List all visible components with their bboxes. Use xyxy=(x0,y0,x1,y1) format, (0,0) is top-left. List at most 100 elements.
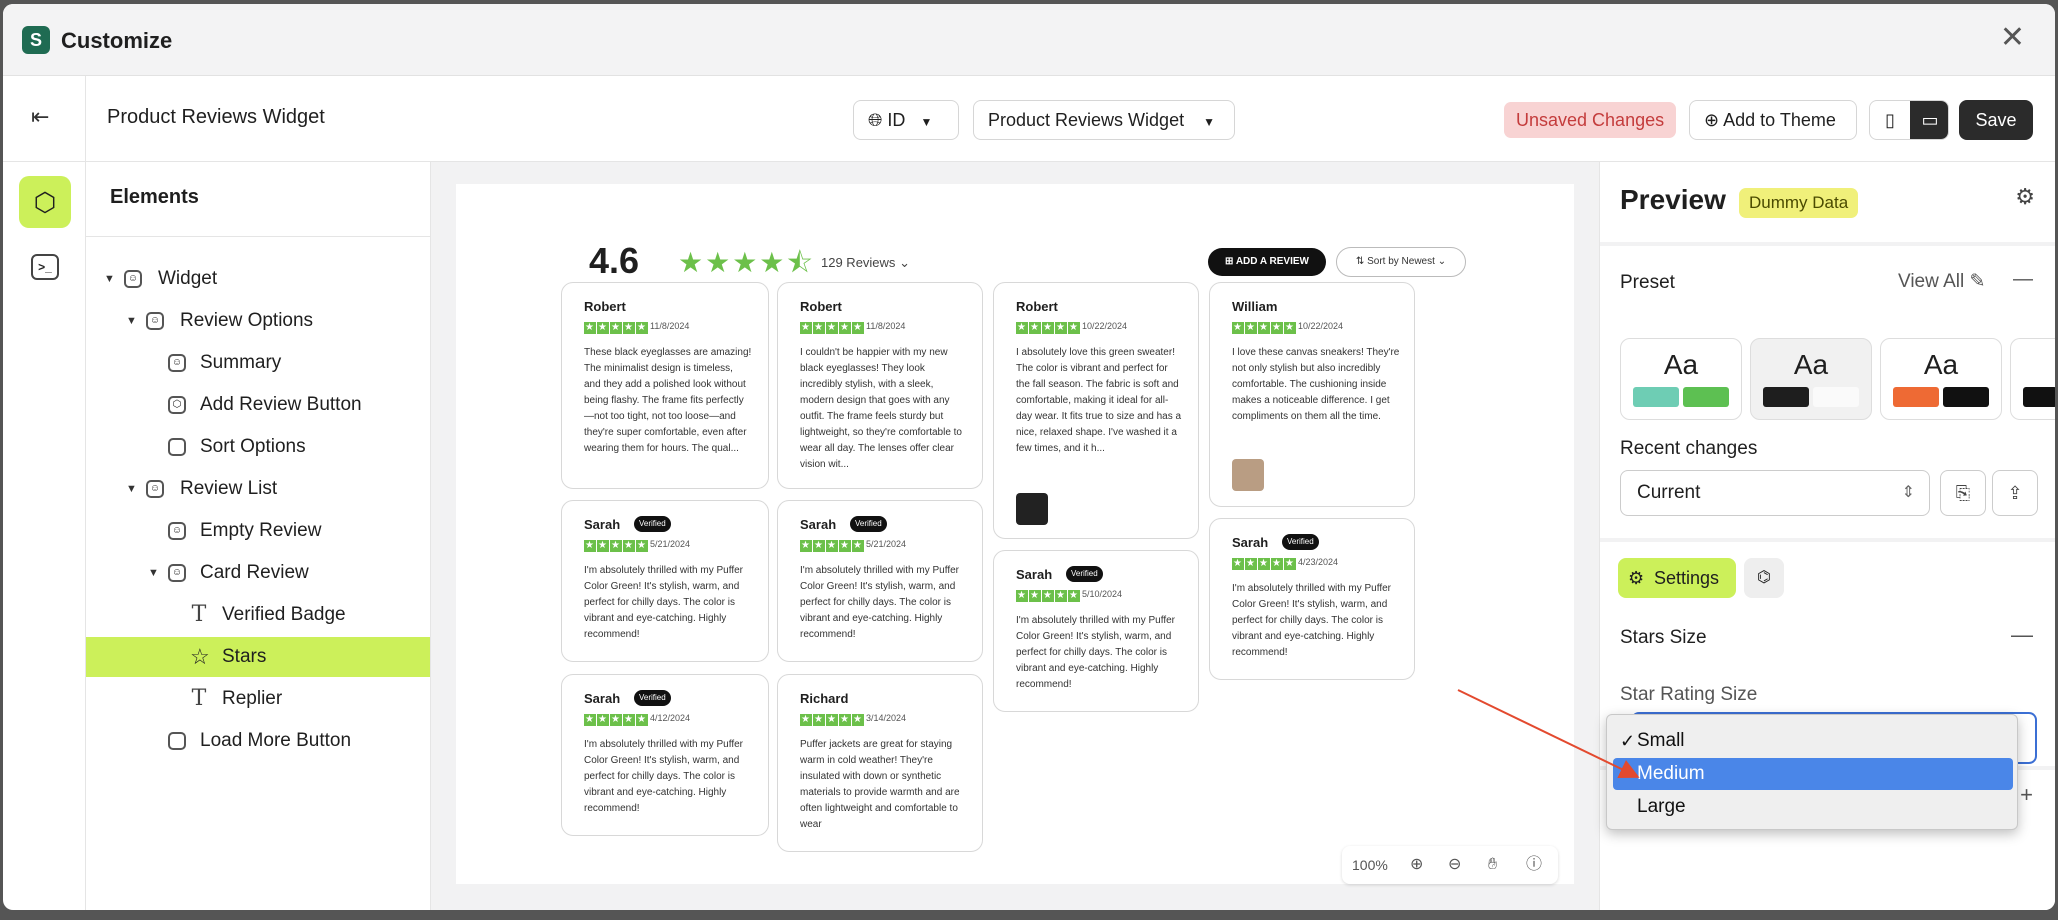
caret-icon[interactable]: ▼ xyxy=(126,469,137,509)
preset-card[interactable]: Aa xyxy=(1620,338,1742,420)
exit-icon[interactable]: ⇤ xyxy=(31,104,49,130)
text-icon: T xyxy=(191,686,207,711)
caret-icon[interactable]: ▼ xyxy=(148,553,159,593)
reviewer-name: Sarah xyxy=(584,517,621,532)
zoom-bar: 100% ⊕ ⊖ ✋︎ ⓘ xyxy=(1342,846,1558,884)
reviewer-name: Sarah xyxy=(1232,535,1269,550)
review-text: I'm absolutely thrilled with my Puffer C… xyxy=(1232,583,1392,658)
preview-page: 4.6 ★★★★⯪ 129 Reviews ⌄ ⊞ ADD A REVIEW ⇅… xyxy=(456,184,1574,884)
preset-card[interactable]: Aa xyxy=(1880,338,2002,420)
widget-icon: ☺ xyxy=(146,480,164,498)
export-icon[interactable]: ⇪ xyxy=(1992,470,2038,516)
reviewer-name: Robert xyxy=(800,299,842,314)
language-select[interactable]: 🌐︎ ID ▼ xyxy=(853,100,959,140)
dropdown-option-large[interactable]: Large xyxy=(1613,791,2013,823)
help-icon[interactable]: ⓘ xyxy=(1526,846,1542,884)
tree-item-label: Sort Options xyxy=(200,436,306,457)
title-bar: S Customize ✕ xyxy=(3,4,2055,76)
close-icon[interactable]: ✕ xyxy=(2000,22,2025,54)
preset-card[interactable]: Aa xyxy=(1750,338,1872,420)
preset-label: Preset xyxy=(1620,272,1675,293)
save-button[interactable]: Save xyxy=(1959,100,2033,140)
widget-select[interactable]: Product Reviews Widget ▼ xyxy=(973,100,1235,140)
color-swatch xyxy=(2023,387,2055,407)
review-photo[interactable] xyxy=(1232,459,1264,491)
tree-item-widget[interactable]: ▼ ☺ Widget xyxy=(86,259,430,299)
review-stars: ★ ★ ★ ★ ★ xyxy=(800,540,864,552)
widget-icon: ☺ xyxy=(168,564,186,582)
dropdown-option-small[interactable]: ✓ Small xyxy=(1613,725,2013,757)
add-to-theme-label: Add to Theme xyxy=(1723,110,1836,130)
review-photo[interactable] xyxy=(1016,493,1048,525)
tree-item-card-review[interactable]: ▼ ☺ Card Review xyxy=(86,553,430,593)
collapse-icon[interactable]: — xyxy=(2011,622,2033,648)
sort-select[interactable]: ⇅ Sort by Newest ⌄ xyxy=(1336,247,1466,277)
zoom-in-icon[interactable]: ⊕ xyxy=(1410,846,1423,884)
rating-value: 4.6 xyxy=(589,240,640,281)
tree-item-sort-options[interactable]: Sort Options xyxy=(86,427,430,467)
tree-item-add-review-button[interactable]: ⬡ Add Review Button xyxy=(86,385,430,425)
reviewer-name: Sarah xyxy=(1016,567,1053,582)
add-to-theme-button[interactable]: ⊕ Add to Theme xyxy=(1689,100,1857,140)
tree-item-empty-review[interactable]: ☺ Empty Review xyxy=(86,511,430,551)
terminal-icon[interactable]: >_ xyxy=(31,254,59,280)
review-date: 11/8/2024 xyxy=(650,321,690,331)
recent-changes-select[interactable]: Current ⇕ xyxy=(1620,470,1930,516)
preset-sample: Aa xyxy=(1663,349,1699,380)
tree-item-verified-badge[interactable]: T Verified Badge xyxy=(86,595,430,635)
tree-item-replier[interactable]: T Replier xyxy=(86,679,430,719)
tree-item-label: Widget xyxy=(158,268,218,289)
tree-item-label: Empty Review xyxy=(200,520,322,541)
mobile-icon[interactable]: ▯ xyxy=(1870,101,1910,139)
cube-icon[interactable]: ⬡ xyxy=(19,176,71,228)
view-all-link[interactable]: View All ✎ xyxy=(1898,270,1985,293)
review-text: I couldn't be happier with my new black … xyxy=(800,347,962,470)
hand-icon[interactable]: ✋︎ xyxy=(1488,846,1497,884)
tab-style-icon[interactable]: ⌬ xyxy=(1744,558,1784,598)
tree-item-review-options[interactable]: ▼ ☺ Review Options xyxy=(86,301,430,341)
tree-item-label: Review List xyxy=(180,478,278,499)
add-review-button[interactable]: ⊞ ADD A REVIEW xyxy=(1208,248,1326,276)
caret-icon[interactable]: ▼ xyxy=(104,259,115,299)
tree-item-label: Verified Badge xyxy=(222,604,346,625)
text-icon: T xyxy=(191,602,207,627)
tab-settings[interactable]: ⚙ Settings xyxy=(1618,558,1736,598)
import-icon[interactable]: ⎘ xyxy=(1940,470,1986,516)
review-stars: ★ ★ ★ ★ ★ xyxy=(1232,558,1296,570)
plus-icon: ⊞ xyxy=(1225,256,1236,267)
review-card: Sarah Verified ★ ★ ★ ★ ★ 5/10/2024 I'm absolutel… xyxy=(993,550,1199,712)
tree-item-summary[interactable]: ☺ Summary xyxy=(86,343,430,383)
caret-icon[interactable]: ▼ xyxy=(126,301,137,341)
review-date: 3/14/2024 xyxy=(866,713,907,723)
collapse-icon[interactable]: — xyxy=(2013,268,2033,291)
tree-item-stars[interactable]: ☆ Stars xyxy=(86,637,430,677)
view-all-label: View All xyxy=(1898,271,1965,292)
review-card: Sarah Verified ★ ★ ★ ★ ★ 4/23/2024 I'm absolutel… xyxy=(1209,518,1415,680)
check-icon: ✓ xyxy=(1620,731,1636,751)
review-stars: ★ ★ ★ ★ ★ xyxy=(1232,322,1296,334)
tree-item-review-list[interactable]: ▼ ☺ Review List xyxy=(86,469,430,509)
language-label: ID xyxy=(887,110,906,130)
chevron-down-icon: ⌄ xyxy=(1437,256,1447,267)
expand-icon[interactable]: + xyxy=(2020,782,2033,808)
sort-icon: ⇅ xyxy=(1355,256,1368,267)
preset-card[interactable] xyxy=(2010,338,2055,420)
plus-circle-icon: ⊕ xyxy=(1704,110,1720,130)
color-swatch xyxy=(1893,387,1939,407)
chevron-down-icon: ⌄ xyxy=(899,255,910,270)
review-text: I'm absolutely thrilled with my Puffer C… xyxy=(584,565,744,640)
verified-badge: Verified xyxy=(634,516,671,532)
reviews-count[interactable]: 129 Reviews ⌄ xyxy=(821,255,910,271)
review-text: I'm absolutely thrilled with my Puffer C… xyxy=(584,739,744,814)
zoom-out-icon[interactable]: ⊖ xyxy=(1448,846,1461,884)
review-text: I love these canvas sneakers! They're no… xyxy=(1232,347,1400,422)
tab-settings-label: Settings xyxy=(1654,568,1720,588)
dropdown-option-medium[interactable]: Medium xyxy=(1613,758,2013,790)
option-label: Medium xyxy=(1637,763,1705,784)
review-date: 4/23/2024 xyxy=(1298,557,1339,567)
gear-icon[interactable]: ⚙ xyxy=(2015,184,2035,210)
desktop-icon[interactable]: ▭ xyxy=(1910,101,1948,139)
page-title: Product Reviews Widget xyxy=(107,106,325,128)
verified-badge: Verified xyxy=(1282,534,1319,550)
tree-item-load-more-button[interactable]: Load More Button xyxy=(86,721,430,761)
